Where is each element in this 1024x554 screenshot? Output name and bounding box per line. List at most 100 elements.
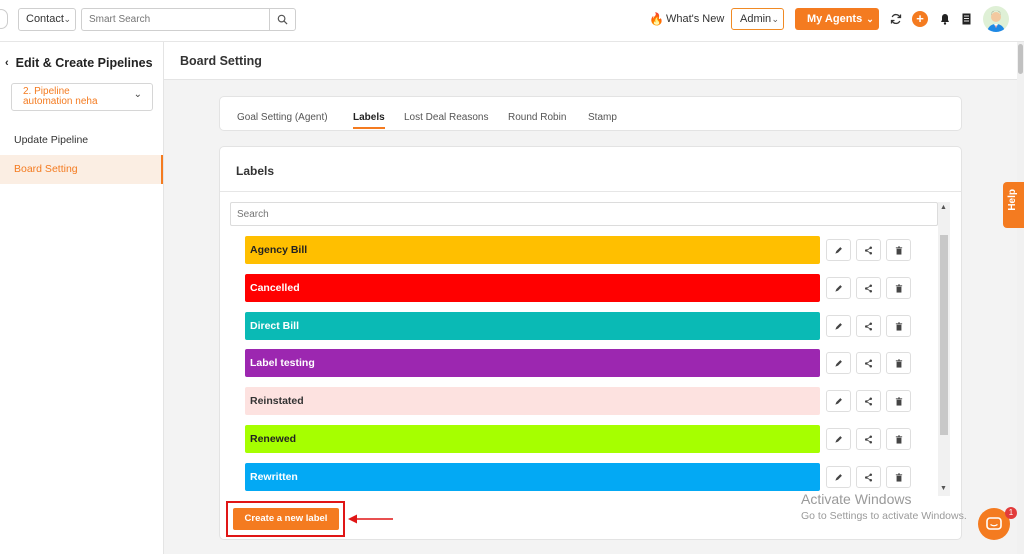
share-button[interactable] [856, 277, 881, 299]
tabs-bar: Goal Setting (Agent) Labels Lost Deal Re… [219, 96, 962, 131]
scroll-up-icon[interactable]: ▲ [940, 204, 947, 211]
search-button[interactable] [269, 8, 296, 31]
bell-icon [941, 14, 949, 25]
label-name: Reinstated [250, 395, 304, 407]
fire-icon: 🔥 [649, 12, 664, 26]
pencil-icon [834, 435, 843, 444]
smart-search-field[interactable] [81, 8, 269, 31]
delete-button[interactable] [886, 315, 911, 337]
top-bar: Contact ⌄ 🔥 What's New Admin ⌄ My Agents… [0, 0, 1024, 42]
share-button[interactable] [856, 239, 881, 261]
add-button[interactable]: + [912, 11, 928, 27]
edit-button[interactable] [826, 466, 851, 488]
pencil-icon [834, 397, 843, 406]
scrollbar-thumb[interactable] [1018, 44, 1023, 74]
share-icon [864, 397, 873, 406]
label-search-field[interactable] [230, 202, 938, 226]
tab-round-robin[interactable]: Round Robin [508, 112, 566, 123]
delete-button[interactable] [886, 239, 911, 261]
chevron-down-icon: ⌄ [771, 14, 779, 24]
label-row: Agency Bill [245, 236, 820, 264]
search-icon [277, 14, 288, 25]
edit-button[interactable] [826, 239, 851, 261]
chevron-down-icon: ⌄ [866, 14, 874, 24]
sidebar-item-label: Board Setting [14, 163, 78, 175]
pencil-icon [834, 473, 843, 482]
pipeline-select[interactable]: 2. Pipeline automation neha ⌄ [11, 83, 153, 111]
label-row: Rewritten [245, 463, 820, 491]
sidebar-title: Edit & Create Pipelines [15, 56, 153, 70]
user-avatar[interactable] [983, 6, 1009, 32]
share-icon [864, 246, 873, 255]
chevron-left-icon: ‹ [5, 57, 9, 69]
pencil-icon [834, 246, 843, 255]
sidebar-item-board-setting[interactable]: Board Setting [0, 155, 163, 184]
main-content: Board Setting Goal Setting (Agent) Label… [164, 42, 1017, 554]
delete-button[interactable] [886, 277, 911, 299]
arrow-left-icon [348, 514, 393, 524]
tab-stamp[interactable]: Stamp [588, 112, 617, 123]
label-name: Cancelled [250, 282, 300, 294]
label-list-scrollbar[interactable]: ▲ ▼ [938, 202, 950, 496]
sidebar-item-update-pipeline[interactable]: Update Pipeline [0, 126, 163, 155]
watermark-line1: Activate Windows [801, 491, 912, 507]
pencil-icon [834, 322, 843, 331]
trash-icon [895, 472, 903, 482]
trash-icon [895, 245, 903, 255]
contact-select-label: Contact [26, 13, 64, 25]
share-button[interactable] [856, 466, 881, 488]
share-button[interactable] [856, 428, 881, 450]
help-label: Help [1007, 189, 1018, 211]
label-search-input[interactable] [231, 203, 937, 225]
share-icon [864, 435, 873, 444]
smart-search-input[interactable] [82, 9, 269, 30]
my-agents-label: My Agents [807, 13, 863, 25]
share-icon [864, 473, 873, 482]
label-name: Renewed [250, 433, 297, 445]
page-scrollbar[interactable] [1017, 42, 1024, 554]
scrollbar-thumb[interactable] [940, 235, 948, 435]
my-agents-button[interactable]: My Agents ⌄ [795, 8, 879, 30]
chat-badge: 1 [1005, 507, 1017, 519]
labels-card: Labels ▲ ▼ Agency Bill Cancelled Direct Bi… [219, 146, 962, 540]
admin-select[interactable]: Admin ⌄ [731, 8, 784, 30]
share-icon [864, 322, 873, 331]
share-button[interactable] [856, 390, 881, 412]
tab-goal-setting[interactable]: Goal Setting (Agent) [237, 112, 328, 123]
sidebar-toggle[interactable] [0, 9, 8, 29]
label-name: Direct Bill [250, 320, 300, 332]
contact-select[interactable]: Contact ⌄ [18, 8, 76, 31]
divider [220, 191, 961, 192]
help-tab[interactable]: Help [1003, 182, 1024, 228]
delete-button[interactable] [886, 352, 911, 374]
edit-button[interactable] [826, 390, 851, 412]
edit-button[interactable] [826, 428, 851, 450]
whats-new-label: What's New [665, 13, 725, 25]
create-label-highlight: Create a new label [226, 501, 345, 537]
trash-icon [895, 396, 903, 406]
tab-labels[interactable]: Labels [353, 112, 385, 129]
trash-icon [895, 434, 903, 444]
chevron-down-icon: ⌄ [63, 14, 71, 24]
trash-icon [895, 358, 903, 368]
delete-button[interactable] [886, 428, 911, 450]
label-row: Direct Bill [245, 312, 820, 340]
edit-button[interactable] [826, 277, 851, 299]
edit-button[interactable] [826, 315, 851, 337]
delete-button[interactable] [886, 466, 911, 488]
plus-icon: + [916, 11, 924, 26]
notifications-button[interactable] [939, 12, 951, 26]
label-name: Rewritten [250, 471, 298, 483]
share-button[interactable] [856, 352, 881, 374]
back-button[interactable]: ‹ Edit & Create Pipelines [5, 56, 153, 70]
edit-button[interactable] [826, 352, 851, 374]
tab-lost-deal-reasons[interactable]: Lost Deal Reasons [404, 112, 489, 123]
refresh-button[interactable] [889, 11, 903, 27]
create-label-button[interactable]: Create a new label [233, 508, 339, 530]
delete-button[interactable] [886, 390, 911, 412]
notes-button[interactable] [961, 12, 972, 26]
chevron-down-icon: ⌄ [133, 89, 142, 100]
whats-new-link[interactable]: 🔥 What's New [649, 12, 724, 26]
share-icon [864, 284, 873, 293]
share-button[interactable] [856, 315, 881, 337]
